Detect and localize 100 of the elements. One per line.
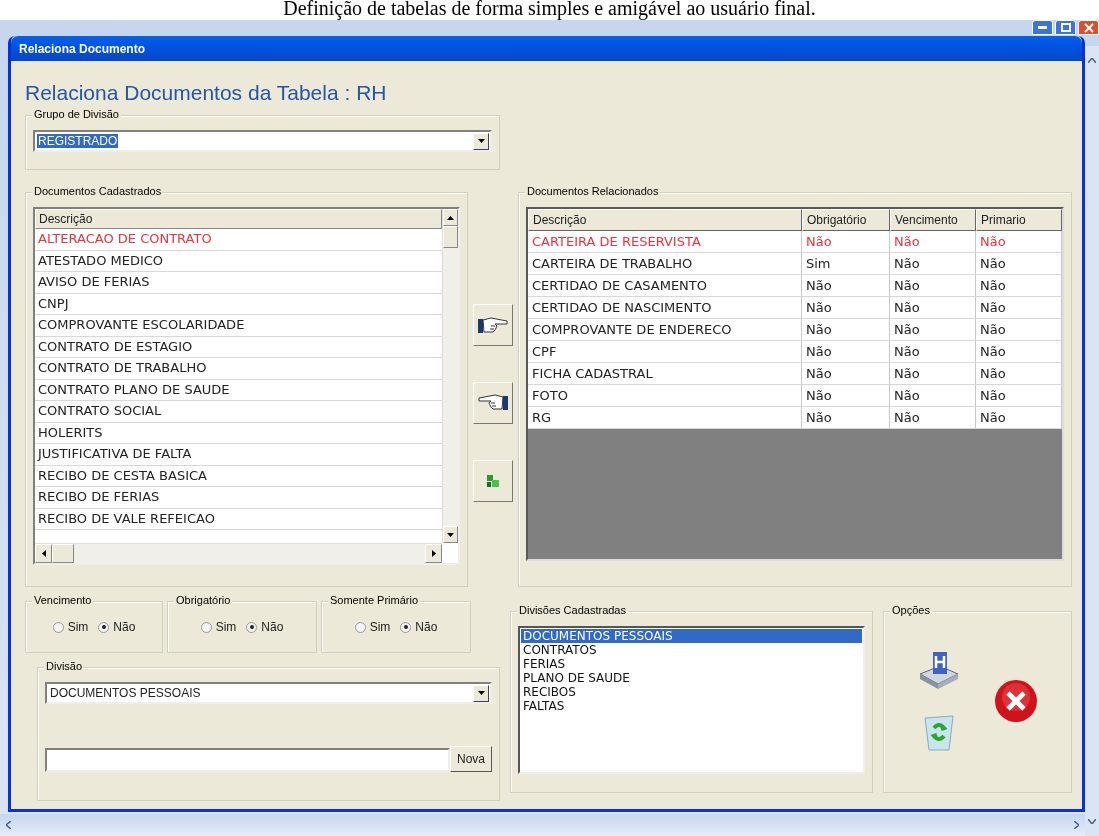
scroll-down-icon[interactable] <box>447 532 455 537</box>
remove-document-button[interactable] <box>473 382 514 424</box>
list-row[interactable]: HOLERITS <box>35 422 443 444</box>
radio-label: Não <box>415 620 438 634</box>
table-row[interactable]: CPF Não Não Não <box>528 341 1062 363</box>
radio-label: Não <box>113 620 136 634</box>
table-row[interactable]: CERTIDAO DE NASCIMENTO Não Não Não <box>528 297 1062 319</box>
column-header[interactable]: Obrigatório <box>802 209 890 231</box>
table-cell: CPF <box>528 341 802 363</box>
table-row[interactable]: CARTEIRA DE TRABALHO Sim Não Não <box>528 253 1062 275</box>
table-cell: Sim <box>802 253 890 275</box>
list-row[interactable]: CONTRATO SOCIAL <box>35 401 443 423</box>
table-cell: Não <box>890 297 976 319</box>
radio-label: Sim <box>67 620 89 634</box>
table-row[interactable]: FOTO Não Não Não <box>528 385 1062 407</box>
table-cell: Não <box>976 385 1062 407</box>
list-item[interactable]: DOCUMENTOS PESSOAIS <box>521 629 862 643</box>
radio-button[interactable] <box>52 621 64 633</box>
table-cell: Não <box>890 231 976 253</box>
combo-value: DOCUMENTOS PESSOAIS <box>49 686 202 700</box>
dropdown-button[interactable] <box>473 684 489 702</box>
list-item[interactable]: FALTAS <box>521 699 862 713</box>
list-item[interactable]: FERIAS <box>521 657 862 671</box>
table-cell: Não <box>802 363 890 385</box>
scroll-down-icon[interactable] <box>477 139 485 143</box>
list-row[interactable]: ALTERACAO DE CONTRATO <box>35 229 443 251</box>
table-cell: Não <box>976 253 1062 275</box>
close-icon[interactable] <box>993 679 1038 723</box>
radio-button[interactable] <box>400 621 412 633</box>
list-item[interactable]: PLANO DE SAUDE <box>521 671 862 685</box>
list-item[interactable]: RECIBOS <box>521 685 862 699</box>
table-cell: CARTEIRA DE TRABALHO <box>528 253 802 275</box>
list-row[interactable]: ATESTADO MEDICO <box>35 250 443 272</box>
group-label: Opções <box>890 604 932 616</box>
group-label: Divisão <box>44 660 85 672</box>
group-label: Obrigatório <box>174 594 233 606</box>
table-cell: COMPROVANTE DE ENDERECO <box>528 319 802 341</box>
scroll-thumb[interactable] <box>52 544 74 563</box>
table-cell: Não <box>802 385 890 407</box>
list-row[interactable]: CNPJ <box>35 293 443 315</box>
table-cell: Não <box>976 319 1062 341</box>
squares-icon <box>486 474 501 488</box>
list-row[interactable]: AVISO DE FERIAS <box>35 272 443 294</box>
table-row[interactable]: CARTEIRA DE RESERVISTA Não Não Não <box>528 231 1062 253</box>
table-cell: Não <box>890 319 976 341</box>
dropdown-button[interactable] <box>473 132 489 150</box>
column-header[interactable]: Primario <box>976 209 1062 231</box>
close-button[interactable] <box>1078 20 1099 35</box>
radio-label: Não <box>261 620 284 634</box>
table-cell: Não <box>976 297 1062 319</box>
column-header[interactable]: Descrição <box>528 209 802 231</box>
scroll-right-icon[interactable] <box>431 550 436 557</box>
scroll-thumb[interactable] <box>443 226 459 248</box>
input-field[interactable] <box>45 748 450 772</box>
table-cell: Não <box>802 407 890 429</box>
table-cell: FICHA CADASTRAL <box>528 363 802 385</box>
radio-button[interactable] <box>246 621 258 633</box>
toggle-button[interactable] <box>473 460 514 502</box>
group-label: Divisões Cadastradas <box>517 604 628 616</box>
table-cell: Não <box>802 319 890 341</box>
maximize-button[interactable] <box>1055 20 1076 35</box>
table-row[interactable]: RG Não Não Não <box>528 407 1062 429</box>
list-row[interactable]: RECIBO DE FERIAS <box>35 487 443 509</box>
radio-button[interactable] <box>200 621 212 633</box>
table-row[interactable]: COMPROVANTE DE ENDERECO Não Não Não <box>528 319 1062 341</box>
table-cell: Não <box>890 363 976 385</box>
radio-label: Sim <box>369 620 391 634</box>
list-row[interactable]: CONTRATO DE TRABALHO <box>35 358 443 380</box>
radio-button[interactable] <box>98 621 110 633</box>
list-row[interactable]: RECIBO DE VALE REFEICAO <box>35 508 443 530</box>
minimize-button[interactable] <box>1032 20 1053 35</box>
table-cell: Não <box>802 341 890 363</box>
maximize-icon <box>1060 23 1071 32</box>
radio-label: Sim <box>215 620 237 634</box>
list-row[interactable]: JUSTIFICATIVA DE FALTA <box>35 444 443 466</box>
group-label: Grupo de Divisão <box>32 108 121 120</box>
table-cell: Não <box>976 363 1062 385</box>
table-cell: Não <box>890 407 976 429</box>
column-header[interactable]: Descrição <box>35 209 443 229</box>
group-label: Documentos Cadastrados <box>32 185 164 197</box>
column-header[interactable]: Vencimento <box>890 209 976 231</box>
new-button[interactable]: Nova <box>450 746 492 772</box>
list-row[interactable]: COMPROVANTE ESCOLARIDADE <box>35 315 443 337</box>
list-row[interactable]: RECIBO DE CESTA BASICA <box>35 465 443 487</box>
scroll-down-icon[interactable] <box>477 691 485 695</box>
scroll-up-icon[interactable] <box>447 215 455 220</box>
table-cell: CERTIDAO DE NASCIMENTO <box>528 297 802 319</box>
table-row[interactable]: CERTIDAO DE CASAMENTO Não Não Não <box>528 275 1062 297</box>
table-cell: RG <box>528 407 802 429</box>
table-row[interactable]: FICHA CADASTRAL Não Não Não <box>528 363 1062 385</box>
radio-button[interactable] <box>354 621 366 633</box>
table-cell: Não <box>976 407 1062 429</box>
add-document-button[interactable] <box>473 304 514 346</box>
table-cell: Não <box>802 275 890 297</box>
list-item[interactable]: CONTRATOS <box>521 643 862 657</box>
list-row[interactable]: CONTRATO PLANO DE SAUDE <box>35 379 443 401</box>
table-cell: Não <box>802 231 890 253</box>
form-heading: Relaciona Documentos da Tabela : RH <box>25 81 388 105</box>
scroll-left-icon[interactable] <box>41 550 46 557</box>
list-row[interactable]: CONTRATO DE ESTAGIO <box>35 336 443 358</box>
